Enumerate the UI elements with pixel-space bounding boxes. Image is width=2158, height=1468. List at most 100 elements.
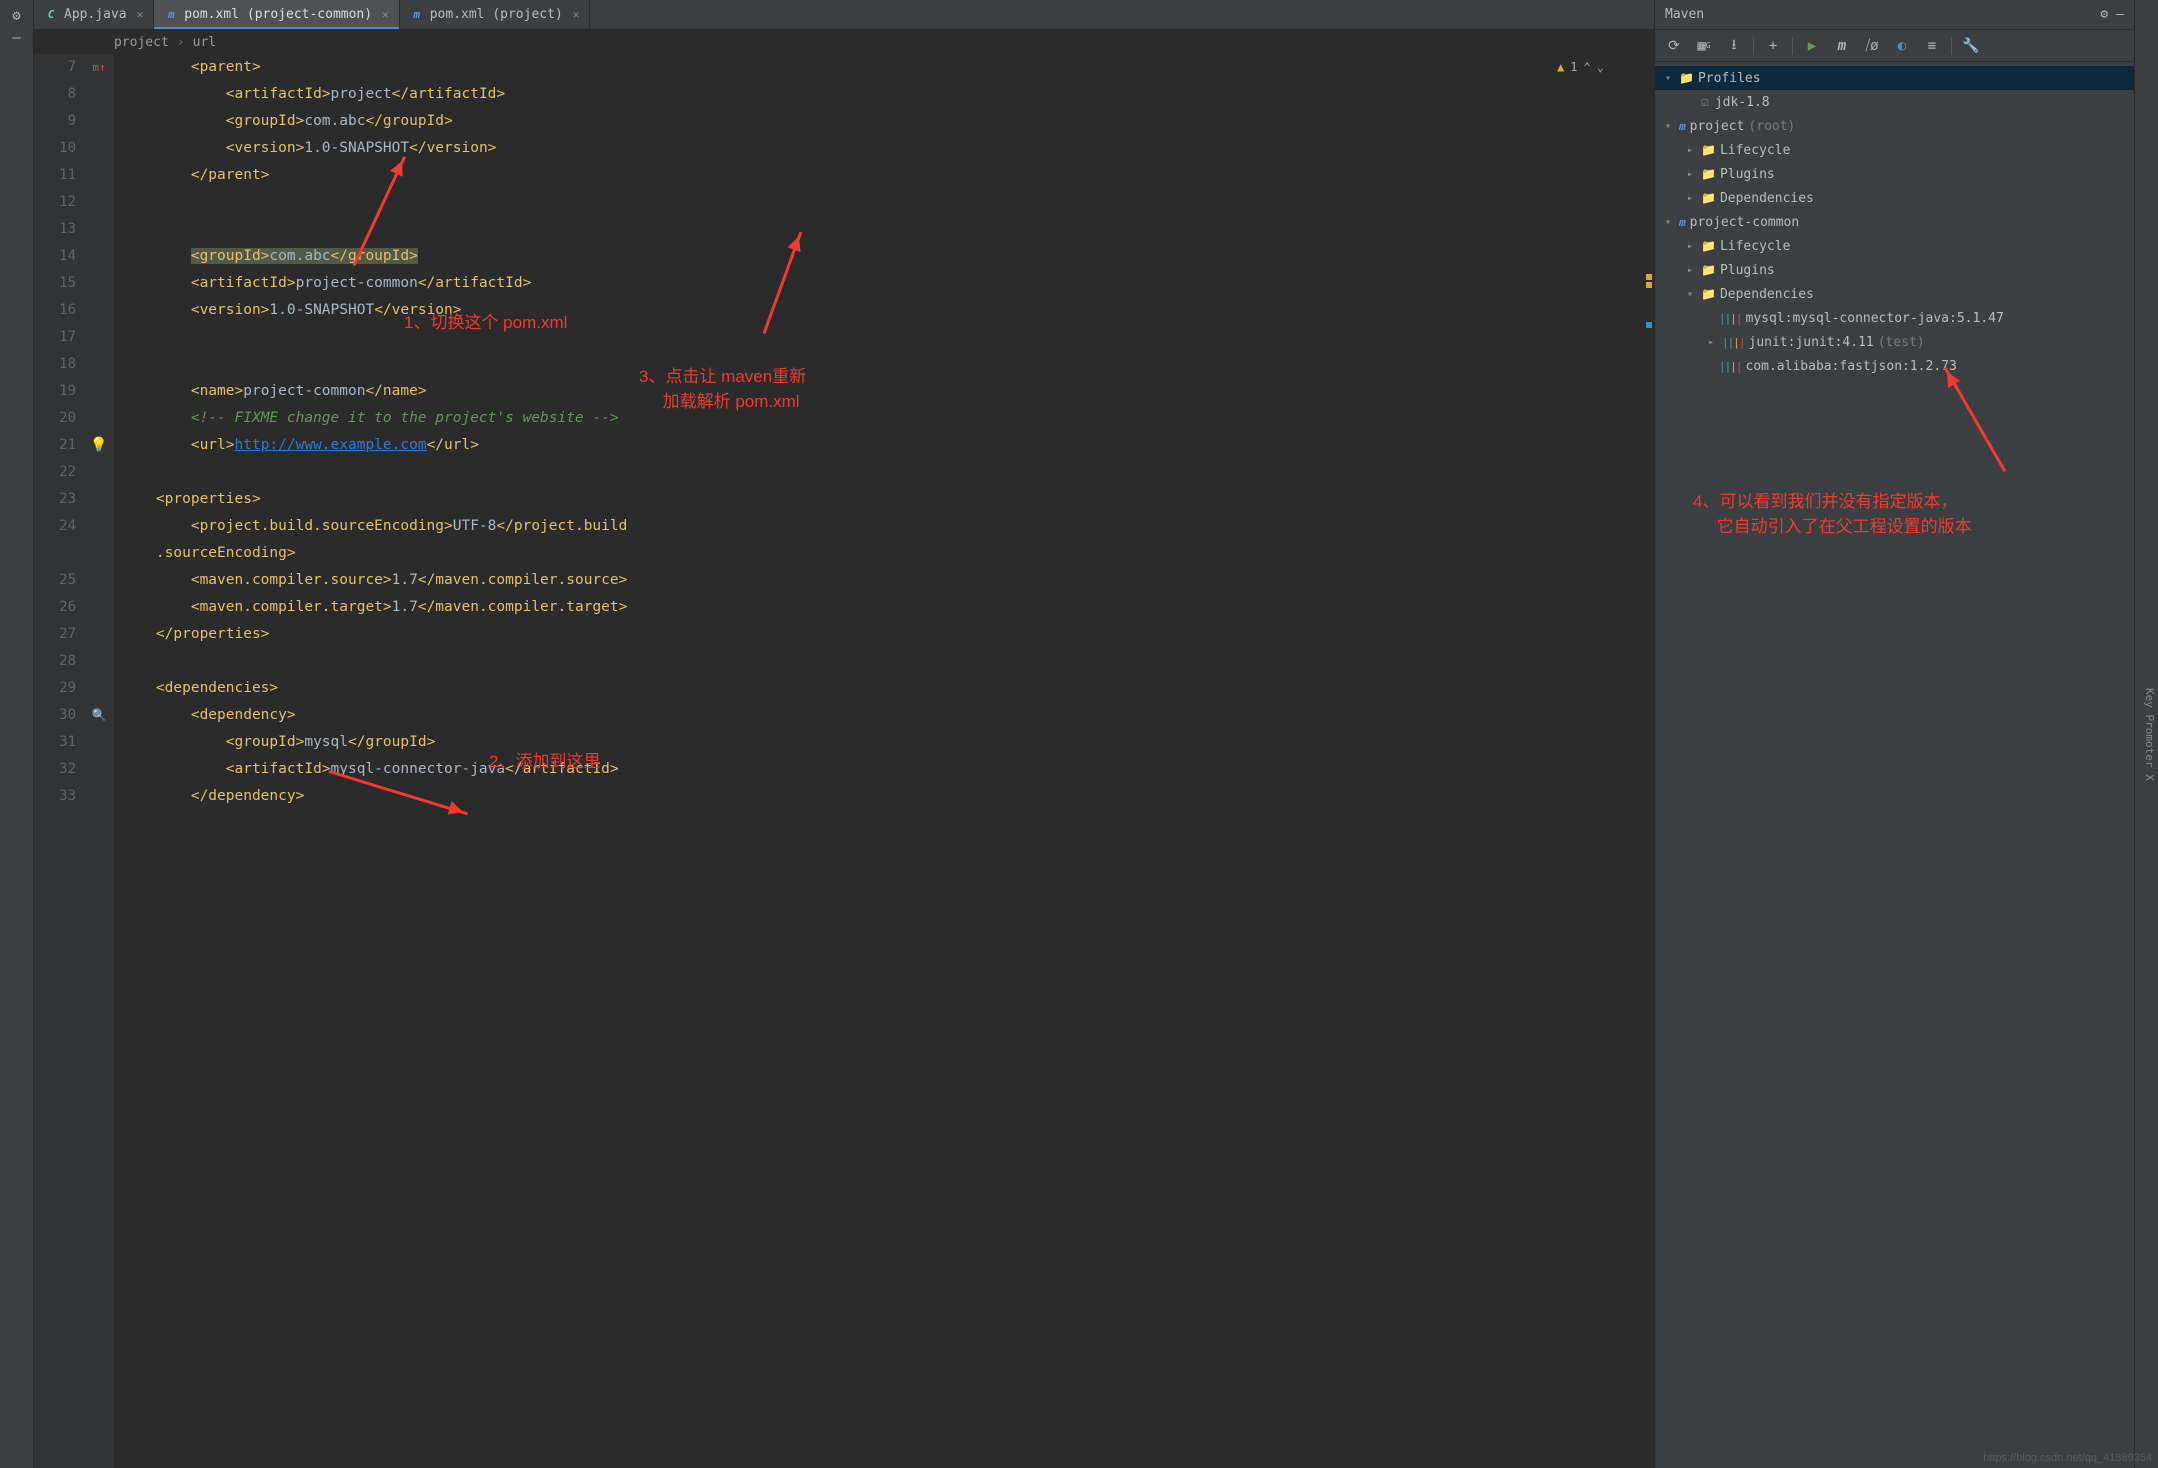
maven-module-icon: m — [1679, 216, 1686, 229]
breadcrumb-item[interactable]: url — [193, 35, 216, 50]
plugins-node[interactable]: ▸ 📁 Plugins — [1655, 162, 2134, 186]
class-icon: C — [44, 8, 58, 22]
chevron-down-icon: ▾ — [1683, 289, 1697, 300]
gear-icon[interactable]: ⚙ — [2100, 7, 2108, 22]
node-label: Plugins — [1720, 263, 1775, 278]
folder-icon: 📁 — [1701, 167, 1716, 181]
maven-title: Maven — [1665, 7, 1704, 22]
dependency-fastjson[interactable]: |||| com.alibaba:fastjson:1.2.73 — [1655, 354, 2134, 378]
tab-label: pom.xml (project) — [430, 7, 563, 22]
minimize-icon[interactable]: — — [9, 30, 25, 46]
right-tool-strip: Key Promoter X Database m — [2134, 0, 2158, 1468]
offline-icon[interactable]: ◐ — [1891, 35, 1913, 57]
maven-module-icon: m — [1679, 120, 1686, 133]
maven-panel: Maven ⚙ — ⟳ ▦G ⭳ + ▶ m ⧸ø ◐ ≡ 🔧 ▾ 📁 — [1654, 0, 2134, 1468]
chevron-down-icon: ▾ — [1661, 73, 1675, 84]
node-label: com.alibaba:fastjson:1.2.73 — [1746, 359, 1957, 374]
stripe-mark[interactable] — [1646, 282, 1652, 288]
intention-bulb-icon[interactable]: 💡 — [84, 432, 114, 459]
folder-icon: 📁 — [1679, 71, 1694, 85]
gear-icon[interactable]: ⚙ — [9, 8, 25, 24]
generate-sources-icon[interactable]: ▦G — [1693, 35, 1715, 57]
close-icon[interactable]: ✕ — [137, 8, 144, 21]
chevron-right-icon: ▸ — [1683, 241, 1697, 252]
divider — [1951, 37, 1952, 55]
folder-icon: 📁 — [1701, 143, 1716, 157]
node-label: junit:junit:4.11 — [1749, 335, 1874, 350]
stripe-mark[interactable] — [1646, 322, 1652, 328]
close-icon[interactable]: ✕ — [573, 8, 580, 21]
tab-label: pom.xml (project-common) — [184, 7, 372, 22]
divider — [1753, 37, 1754, 55]
tab-app-java[interactable]: C App.java ✕ — [34, 0, 154, 29]
node-label: mysql:mysql-connector-java:5.1.47 — [1746, 311, 2004, 326]
node-label: Lifecycle — [1720, 239, 1790, 254]
tab-label: App.java — [64, 7, 127, 22]
chevron-down-icon: ▾ — [1661, 217, 1675, 228]
project-common-node[interactable]: ▾ m project-common — [1655, 210, 2134, 234]
node-label: Profiles — [1698, 71, 1761, 86]
add-icon[interactable]: + — [1762, 35, 1784, 57]
profile-jdk[interactable]: ☑ jdk-1.8 — [1655, 90, 2134, 114]
checkbox-icon[interactable]: ☑ — [1701, 95, 1709, 110]
execute-goal-icon[interactable]: m — [1831, 35, 1853, 57]
show-deps-icon[interactable]: ≡ — [1921, 35, 1943, 57]
divider — [1792, 37, 1793, 55]
chevron-right-icon: ▸ — [1683, 169, 1697, 180]
maven-toolbar: ⟳ ▦G ⭳ + ▶ m ⧸ø ◐ ≡ 🔧 — [1655, 30, 2134, 62]
tab-pom-project[interactable]: m pom.xml (project) ✕ — [400, 0, 591, 29]
stripe-mark[interactable] — [1646, 274, 1652, 280]
library-icon: |||| — [1719, 312, 1742, 325]
maven-tree: ▾ 📁 Profiles ☑ jdk-1.8 ▾ m project (root… — [1655, 62, 2134, 1468]
code-content[interactable]: <parent> <artifactId>project</artifactId… — [115, 54, 1654, 1468]
plugins-node[interactable]: ▸ 📁 Plugins — [1655, 258, 2134, 282]
breadcrumb-item[interactable]: project — [114, 35, 169, 50]
chevron-down-icon: ▾ — [1661, 121, 1675, 132]
maven-header: Maven ⚙ — — [1655, 0, 2134, 30]
run-icon[interactable]: ▶ — [1801, 35, 1823, 57]
editor-gutter: 7891011121314151617181920212223242526272… — [34, 54, 115, 1468]
project-root-node[interactable]: ▾ m project (root) — [1655, 114, 2134, 138]
tab-pom-common[interactable]: m pom.xml (project-common) ✕ — [154, 0, 399, 29]
reload-icon[interactable]: ⟳ — [1663, 35, 1685, 57]
node-label: Dependencies — [1720, 287, 1814, 302]
editor-tabs: C App.java ✕ m pom.xml (project-common) … — [34, 0, 1654, 30]
breadcrumb: project › url — [34, 30, 1654, 54]
editor-area[interactable]: ▲ 1 ⌃ ⌄ 78910111213141516171819202122232… — [34, 54, 1654, 1468]
chevron-right-icon: ▸ — [1683, 265, 1697, 276]
dependencies-node-open[interactable]: ▾ 📁 Dependencies — [1655, 282, 2134, 306]
skip-tests-icon[interactable]: ⧸ø — [1861, 35, 1883, 57]
left-tool-strip: ⚙ — — [0, 0, 34, 1468]
download-icon[interactable]: ⭳ — [1723, 35, 1745, 57]
library-icon: |||| — [1719, 360, 1742, 373]
folder-icon: 📁 — [1701, 287, 1716, 301]
gutter-action-icon[interactable]: 🔍 — [84, 702, 114, 729]
node-label: Dependencies — [1720, 191, 1814, 206]
chevron-right-icon: ▸ — [1683, 193, 1697, 204]
dependencies-node[interactable]: ▸ 📁 Dependencies — [1655, 186, 2134, 210]
folder-icon: 📁 — [1701, 191, 1716, 205]
key-promoter-label[interactable]: Key Promoter X — [2143, 688, 2156, 781]
folder-icon: 📁 — [1701, 263, 1716, 277]
profiles-node[interactable]: ▾ 📁 Profiles — [1655, 66, 2134, 90]
wrench-icon[interactable]: 🔧 — [1960, 35, 1982, 57]
lifecycle-node[interactable]: ▸ 📁 Lifecycle — [1655, 234, 2134, 258]
library-icon: |||| — [1722, 336, 1745, 349]
node-label: Plugins — [1720, 167, 1775, 182]
close-icon[interactable]: ✕ — [382, 8, 389, 21]
maven-change-icon[interactable]: m↑ — [84, 54, 114, 81]
gutter-icons: m↑ 💡 🔍 — [84, 54, 114, 1468]
node-label: Lifecycle — [1720, 143, 1790, 158]
maven-icon: m — [410, 8, 424, 22]
node-label: project — [1690, 119, 1745, 134]
node-label: project-common — [1690, 215, 1800, 230]
folder-icon: 📁 — [1701, 239, 1716, 253]
dependency-mysql[interactable]: |||| mysql:mysql-connector-java:5.1.47 — [1655, 306, 2134, 330]
minimize-icon[interactable]: — — [2116, 7, 2124, 22]
maven-icon: m — [164, 8, 178, 22]
chevron-right-icon: ▸ — [1704, 337, 1718, 348]
dependency-junit[interactable]: ▸ |||| junit:junit:4.11 (test) — [1655, 330, 2134, 354]
lifecycle-node[interactable]: ▸ 📁 Lifecycle — [1655, 138, 2134, 162]
chevron-right-icon: ▸ — [1683, 145, 1697, 156]
watermark: https://blog.csdn.net/qq_41389354 — [1983, 1452, 2152, 1464]
